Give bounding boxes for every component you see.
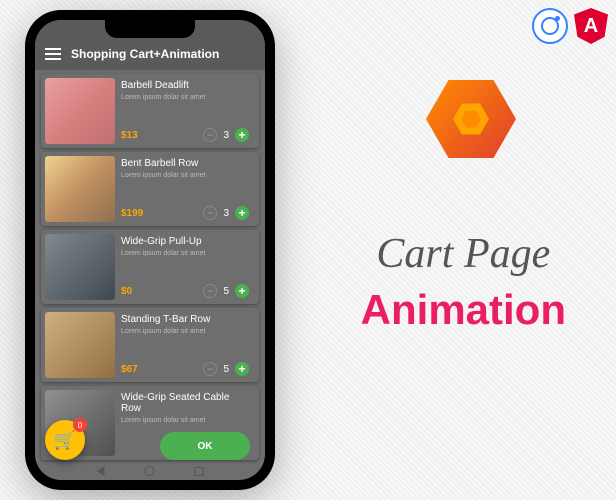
minus-button[interactable]: − <box>203 128 217 142</box>
promo-line-1: Cart Page <box>361 230 566 278</box>
plus-button[interactable]: + <box>235 128 249 142</box>
promo-line-2: Animation <box>361 286 566 334</box>
plus-button[interactable]: + <box>235 284 249 298</box>
item-title: Wide-Grip Seated Cable Row <box>121 392 249 414</box>
item-price: $67 <box>121 364 138 375</box>
item-title: Barbell Deadlift <box>121 80 249 91</box>
qty-value: 3 <box>223 130 229 141</box>
cart-list[interactable]: Barbell Deadlift Lorem ipsum dolar sit a… <box>35 70 265 480</box>
qty-controls: − 5 + <box>203 284 249 298</box>
item-title: Bent Barbell Row <box>121 158 249 169</box>
item-price: $0 <box>121 286 132 297</box>
item-image <box>45 312 115 378</box>
minus-button[interactable]: − <box>203 206 217 220</box>
phone-frame: Shopping Cart+Animation Barbell Deadlift… <box>25 10 275 490</box>
angular-icon: A <box>574 8 608 44</box>
item-title: Standing T-Bar Row <box>121 314 249 325</box>
cart-item: Barbell Deadlift Lorem ipsum dolar sit a… <box>41 74 259 148</box>
item-image <box>45 234 115 300</box>
item-desc: Lorem ipsum dolar sit amet <box>121 250 249 257</box>
tech-badges: A <box>532 8 608 44</box>
minus-button[interactable]: − <box>203 284 217 298</box>
qty-controls: − 3 + <box>203 206 249 220</box>
page-title: Shopping Cart+Animation <box>71 47 219 61</box>
qty-controls: − 3 + <box>203 128 249 142</box>
item-title: Wide-Grip Pull-Up <box>121 236 249 247</box>
recent-nav-icon[interactable] <box>195 467 204 476</box>
item-desc: Lorem ipsum dolar sit amet <box>121 94 249 101</box>
item-desc: Lorem ipsum dolar sit amet <box>121 417 249 424</box>
cart-item: Wide-Grip Pull-Up Lorem ipsum dolar sit … <box>41 230 259 304</box>
cart-item: Standing T-Bar Row Lorem ipsum dolar sit… <box>41 308 259 382</box>
item-image <box>45 156 115 222</box>
cart-item: Bent Barbell Row Lorem ipsum dolar sit a… <box>41 152 259 226</box>
item-price: $199 <box>121 208 143 219</box>
cart-fab-button[interactable]: 🛒 0 <box>45 420 85 460</box>
qty-controls: − 5 + <box>203 362 249 376</box>
android-nav-bar <box>97 466 204 476</box>
qty-value: 5 <box>223 364 229 375</box>
minus-button[interactable]: − <box>203 362 217 376</box>
app-header: Shopping Cart+Animation <box>35 38 265 70</box>
cart-badge: 0 <box>73 418 87 432</box>
menu-icon[interactable] <box>45 48 61 60</box>
item-desc: Lorem ipsum dolar sit amet <box>121 328 249 335</box>
phone-notch <box>105 20 195 38</box>
qty-value: 3 <box>223 208 229 219</box>
item-image <box>45 78 115 144</box>
item-desc: Lorem ipsum dolar sit amet <box>121 172 249 179</box>
promo-title: Cart Page Animation <box>361 230 566 334</box>
home-nav-icon[interactable] <box>145 466 155 476</box>
phone-screen: Shopping Cart+Animation Barbell Deadlift… <box>35 20 265 480</box>
hexagon-logo <box>426 80 516 170</box>
cart-icon: 🛒 <box>54 430 76 451</box>
ionic-icon <box>532 8 568 44</box>
qty-value: 5 <box>223 286 229 297</box>
plus-button[interactable]: + <box>235 362 249 376</box>
ok-button[interactable]: OK <box>160 432 250 460</box>
back-nav-icon[interactable] <box>97 466 105 476</box>
item-price: $13 <box>121 130 138 141</box>
plus-button[interactable]: + <box>235 206 249 220</box>
